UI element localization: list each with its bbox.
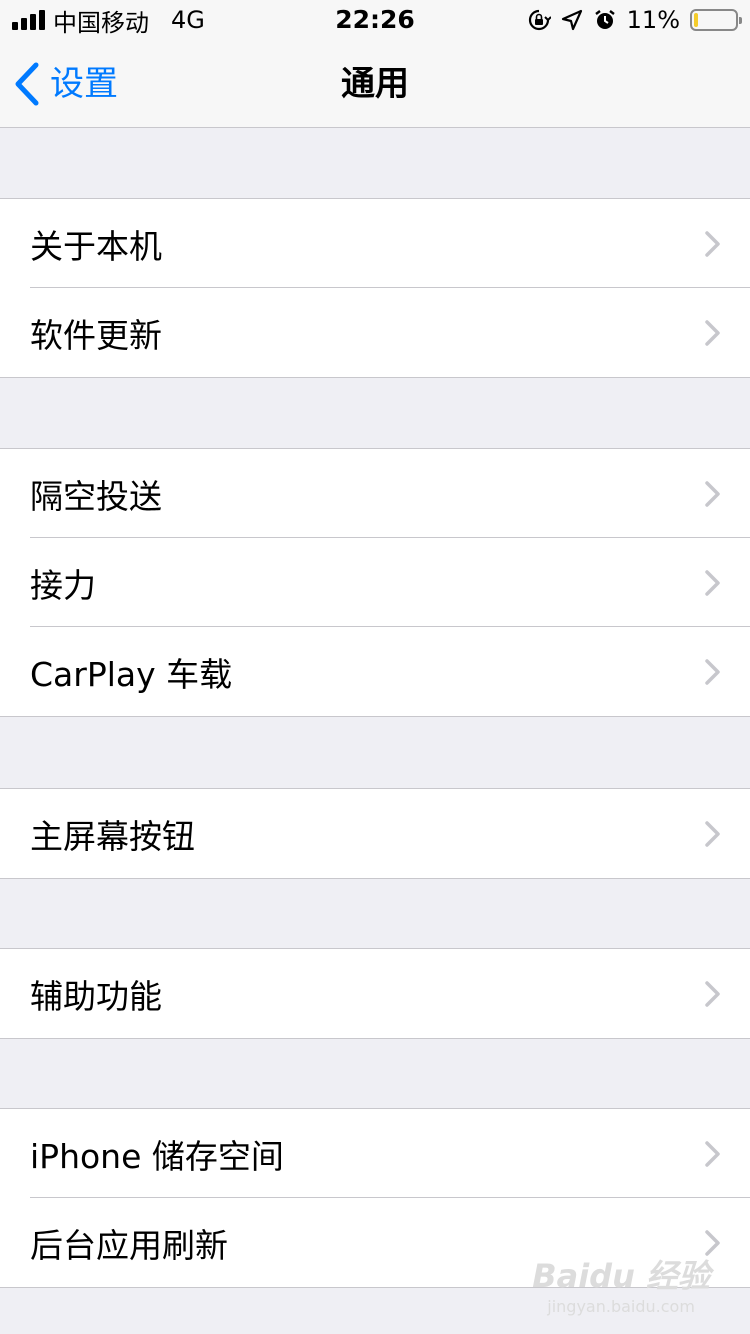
- row-label: 软件更新: [30, 315, 162, 355]
- row-software-update[interactable]: 软件更新: [0, 287, 750, 377]
- chevron-right-icon: [705, 570, 720, 596]
- settings-general-screen: 中国移动 4G 22:26 11% 设置 通用 关于本机 软件更新 隔空投送 接…: [0, 0, 750, 1334]
- row-carplay[interactable]: CarPlay 车载: [0, 626, 750, 716]
- chevron-right-icon: [705, 981, 720, 1007]
- battery-icon: [690, 9, 742, 31]
- watermark-logo: Baidu 经验: [532, 1257, 710, 1295]
- group-accessibility: 辅助功能: [0, 948, 750, 1039]
- status-bar: 中国移动 4G 22:26 11%: [0, 0, 750, 40]
- row-label: CarPlay 车载: [30, 654, 233, 694]
- page-title: 通用: [341, 64, 409, 104]
- location-arrow-icon: [561, 9, 582, 31]
- watermark-url: jingyan.baidu.com: [547, 1297, 695, 1316]
- alarm-icon: [594, 10, 615, 29]
- battery-percent: 11%: [626, 6, 680, 34]
- row-home-button[interactable]: 主屏幕按钮: [0, 789, 750, 878]
- chevron-right-icon: [705, 481, 720, 507]
- chevron-right-icon: [705, 320, 720, 346]
- chevron-right-icon: [705, 821, 720, 847]
- navigation-bar: 设置 通用: [0, 40, 750, 128]
- row-airdrop[interactable]: 隔空投送: [0, 449, 750, 538]
- row-label: 后台应用刷新: [30, 1225, 228, 1265]
- status-right: 11%: [527, 6, 742, 34]
- row-label: 主屏幕按钮: [30, 816, 195, 856]
- row-label: 辅助功能: [30, 976, 162, 1016]
- row-accessibility[interactable]: 辅助功能: [0, 949, 750, 1038]
- chevron-right-icon: [705, 659, 720, 685]
- orientation-lock-icon: [528, 9, 551, 31]
- row-label: 隔空投送: [30, 476, 162, 516]
- row-handoff[interactable]: 接力: [0, 537, 750, 627]
- row-about[interactable]: 关于本机: [0, 199, 750, 288]
- row-label: iPhone 储存空间: [30, 1136, 284, 1176]
- group-home-button: 主屏幕按钮: [0, 788, 750, 879]
- chevron-right-icon: [705, 1141, 720, 1167]
- row-label: 接力: [30, 565, 96, 605]
- row-label: 关于本机: [30, 226, 162, 266]
- battery-level: [694, 13, 699, 27]
- row-iphone-storage[interactable]: iPhone 储存空间: [0, 1109, 750, 1198]
- group-about: 关于本机 软件更新: [0, 198, 750, 378]
- watermark: Baidu 经验 jingyan.baidu.com: [532, 1251, 710, 1316]
- chevron-right-icon: [705, 231, 720, 257]
- group-sharing: 隔空投送 接力 CarPlay 车载: [0, 448, 750, 717]
